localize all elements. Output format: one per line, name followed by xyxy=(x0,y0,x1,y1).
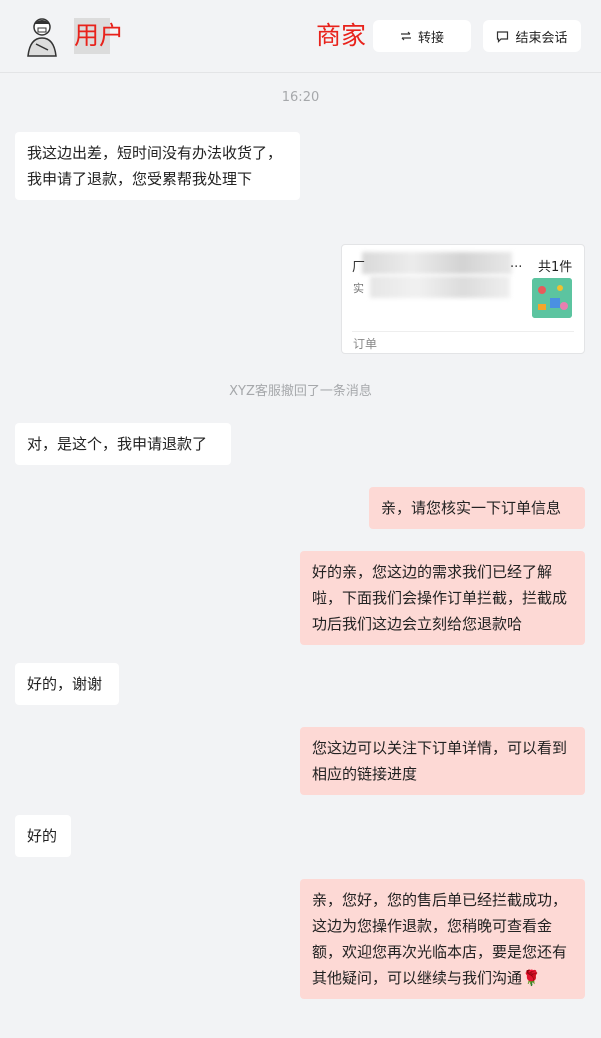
agent-message: 您这边可以关注下订单详情，可以看到相应的链接进度 xyxy=(300,727,585,795)
product-image xyxy=(532,278,572,318)
message-timestamp: 16:20 xyxy=(281,90,320,105)
order-subtitle: 实 xyxy=(353,282,364,295)
user-label: 用户 xyxy=(74,21,125,50)
order-label: 订单 xyxy=(353,337,378,351)
customer-message: 对，是这个，我申请退款了 xyxy=(15,423,231,465)
order-item-count: 共1件 xyxy=(538,260,573,275)
transfer-button-label: 转接 xyxy=(417,30,444,46)
customer-message: 好的，谢谢 xyxy=(15,663,119,705)
merchant-label: 商家 xyxy=(316,21,367,50)
end-session-label: 结束会话 xyxy=(515,30,568,46)
user-avatar xyxy=(27,18,57,57)
customer-message: 我这边出差，短时间没有办法收货了，我申请了退款，您受累帮我处理下 xyxy=(15,132,300,200)
agent-message: 亲，您好，您的售后单已经拦截成功，这边为您操作退款，您稍晚可查看金额，欢迎您再次… xyxy=(300,879,585,999)
recall-notice: XYZ客服撤回了一条消息 xyxy=(229,384,372,399)
end-session-button[interactable]: 结束会话 xyxy=(483,20,581,52)
blurred-subtitle xyxy=(370,276,510,298)
chat-bubble-icon xyxy=(497,30,509,43)
order-title: 厂 xyxy=(352,260,366,275)
transfer-arrows-icon xyxy=(400,31,411,41)
blurred-title xyxy=(362,252,512,274)
order-title-ellipsis: ... xyxy=(510,256,523,271)
order-divider xyxy=(352,331,574,332)
transfer-button[interactable]: 转接 xyxy=(373,20,471,52)
agent-message: 好的亲，您这边的需求我们已经了解啦，下面我们会操作订单拦截，拦截成功后我们这边会… xyxy=(300,551,585,645)
customer-message: 好的 xyxy=(15,815,71,857)
product-thumbnail[interactable] xyxy=(532,278,572,318)
agent-message: 亲，请您核实一下订单信息 xyxy=(369,487,585,529)
chat-header: 用户 商家 转接 结束会话 xyxy=(0,0,601,73)
